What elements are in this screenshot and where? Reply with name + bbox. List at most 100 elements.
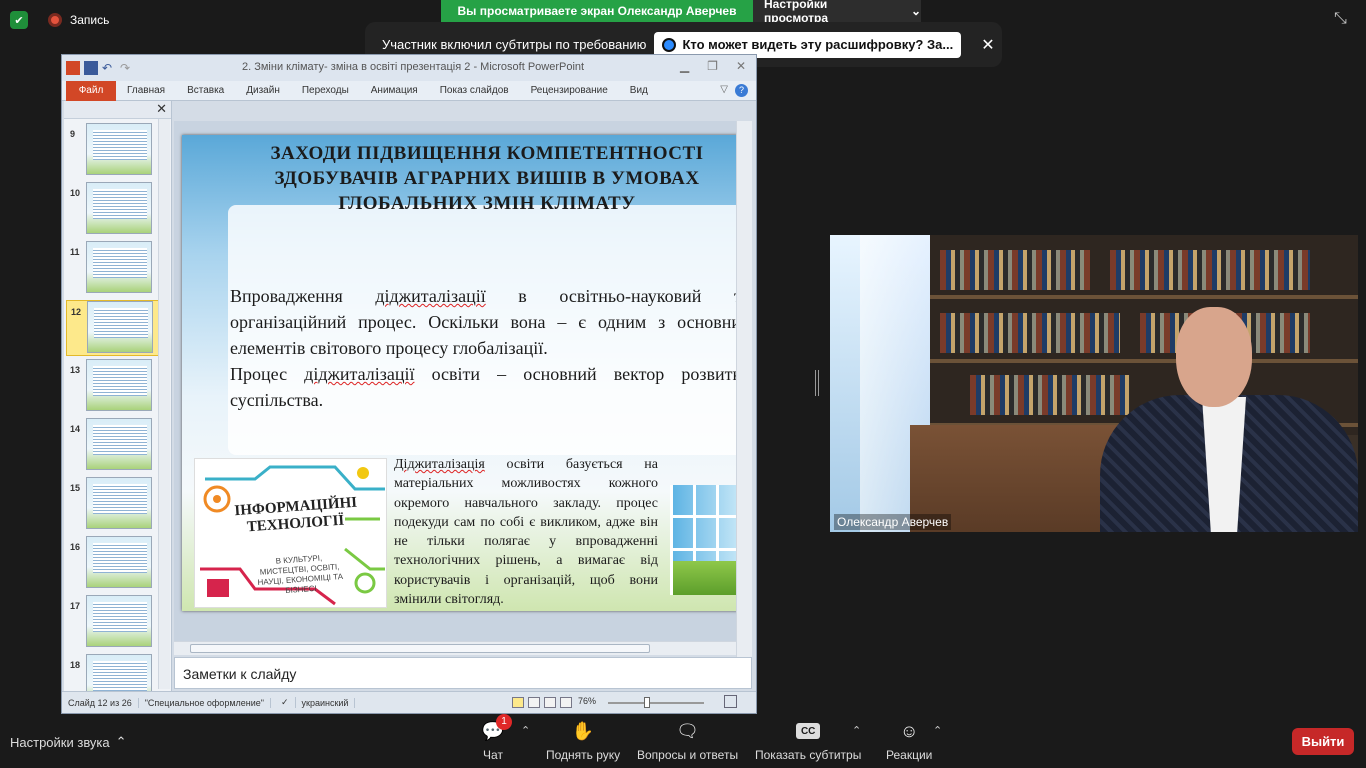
show-captions-button[interactable]: CC Показать субтитры	[755, 720, 861, 762]
chat-label: Чат	[483, 748, 503, 762]
video-person-head	[1176, 307, 1252, 407]
tab-design[interactable]: Дизайн	[235, 85, 291, 96]
raise-hand-button[interactable]: ✋ Поднять руку	[546, 720, 620, 763]
video-person	[1090, 295, 1358, 532]
thumbnail-number: 12	[71, 307, 82, 317]
exit-fullscreen-icon[interactable]: ⤡	[1334, 10, 1347, 28]
slide-thumbnail[interactable]: 14	[66, 418, 166, 474]
info-shield-icon	[662, 37, 677, 52]
thumbnail-image	[86, 595, 152, 647]
slide-horizontal-scrollbar[interactable]	[174, 641, 736, 655]
slide-paragraph-3: Діджиталізація освіти базується на матер…	[394, 455, 658, 609]
split-view-divider[interactable]	[815, 370, 819, 396]
thumbnail-image	[86, 536, 152, 588]
thumbnail-number: 9	[70, 129, 76, 139]
text-run: освіти базується на матеріальних можливо…	[394, 457, 658, 608]
maximize-icon[interactable]: ❐	[707, 59, 718, 73]
qa-button[interactable]: 🗨 Вопросы и ответы	[637, 720, 738, 763]
slide-vertical-scrollbar[interactable]	[736, 121, 752, 669]
audio-settings-label: Настройки звука	[10, 734, 110, 750]
tab-view[interactable]: Вид	[619, 85, 659, 96]
viewing-screen-banner: Вы просматриваете экран Олександр Аверче…	[441, 0, 753, 22]
slide-thumbnail[interactable]: 15	[66, 477, 166, 533]
captions-options-chevron-icon[interactable]: ⌃	[852, 724, 861, 737]
close-window-icon[interactable]: ✕	[736, 59, 746, 73]
qa-icon: 🗨	[676, 720, 699, 741]
slideshow-icon[interactable]	[560, 697, 572, 708]
thumbnail-number: 16	[70, 542, 81, 552]
slide-notes-field[interactable]: Заметки к слайду	[174, 657, 752, 689]
reading-view-icon[interactable]	[544, 697, 556, 708]
recording-label: Запись	[70, 13, 110, 27]
slide-counter: Слайд 12 из 26	[62, 697, 139, 708]
tab-insert[interactable]: Вставка	[176, 85, 235, 96]
current-slide[interactable]: ЗАХОДИ ПІДВИЩЕННЯ КОМПЕТЕНТНОСТІ ЗДОБУВА…	[182, 135, 738, 611]
thumbnail-number: 14	[70, 424, 81, 434]
fit-to-window-icon[interactable]	[724, 695, 737, 708]
slide-thumbnail[interactable]: 11	[66, 241, 166, 297]
thumbnail-image	[86, 418, 152, 470]
slide-thumbnail-selected[interactable]: 12	[66, 300, 166, 356]
normal-view-icon[interactable]	[512, 697, 524, 708]
scroll-thumb[interactable]	[190, 644, 650, 653]
tab-animations[interactable]: Анимация	[360, 85, 429, 96]
reactions-button[interactable]: ☺ Реакции	[886, 720, 932, 763]
powerpoint-logo-icon	[66, 61, 80, 75]
tab-review[interactable]: Рецензирование	[520, 85, 619, 96]
text-run-misspelled: Діджиталізація	[394, 457, 485, 472]
minimize-icon[interactable]: ▁	[680, 59, 689, 73]
reactions-options-chevron-icon[interactable]: ⌃	[933, 724, 942, 737]
spellcheck-icon[interactable]: ✓	[271, 697, 296, 708]
tab-transitions[interactable]: Переходы	[291, 85, 360, 96]
audio-settings-button[interactable]: Настройки звука ⌃	[10, 734, 127, 750]
tab-slideshow[interactable]: Показ слайдов	[429, 85, 520, 96]
thumbnails-header: ✕	[64, 101, 171, 119]
slide-sorter-icon[interactable]	[528, 697, 540, 708]
record-icon	[48, 13, 62, 27]
slide-thumbnail[interactable]: 13	[66, 359, 166, 415]
thumbnail-image	[86, 182, 152, 234]
text-run-misspelled: діджиталізації	[304, 364, 415, 384]
tab-home[interactable]: Главная	[116, 85, 176, 96]
zoom-slider-knob[interactable]	[644, 697, 650, 708]
thumbnail-image	[86, 477, 152, 529]
security-shield-icon[interactable]: ✔	[10, 11, 28, 29]
video-books	[1110, 250, 1310, 290]
cc-icon-text: CC	[796, 723, 821, 739]
slide-thumbnail[interactable]: 17	[66, 595, 166, 651]
close-pane-icon[interactable]: ✕	[156, 101, 167, 117]
thumbnails-scrollbar[interactable]	[158, 119, 170, 689]
slide-thumbnail[interactable]: 9	[66, 123, 166, 179]
chat-unread-badge: 1	[496, 714, 512, 730]
participant-video-tile[interactable]: Олександр Аверчев	[830, 235, 1358, 532]
view-options-button[interactable]: Настройки просмотра ⌄	[753, 0, 921, 25]
thumbnail-number: 15	[70, 483, 81, 493]
save-icon[interactable]	[84, 61, 98, 75]
close-icon[interactable]: ✕	[981, 35, 994, 55]
slide-thumbnail[interactable]: 10	[66, 182, 166, 238]
undo-icon[interactable]: ↶	[102, 61, 116, 75]
show-captions-label: Показать субтитры	[755, 748, 862, 762]
who-can-see-label: Кто может видеть эту расшифровку? За...	[682, 37, 954, 52]
it-infographic-image: ІНФОРМАЦІЙНІ ТЕХНОЛОГІЇ В КУЛЬТУРІ, МИСТ…	[194, 458, 387, 608]
ppt-ribbon-tabs: Файл Главная Вставка Дизайн Переходы Ани…	[62, 80, 756, 101]
ppt-window-title: 2. Зміни клімату- зміна в освіті презент…	[242, 61, 585, 73]
tab-file[interactable]: Файл	[66, 80, 116, 101]
redo-icon[interactable]: ↷	[120, 61, 134, 75]
zoom-level[interactable]: 76%	[578, 696, 596, 706]
thumbnail-number: 10	[70, 188, 81, 198]
language-indicator[interactable]: украинский	[296, 697, 356, 708]
chat-options-chevron-icon[interactable]: ⌃	[521, 724, 530, 737]
zoom-slider[interactable]	[608, 702, 704, 704]
chat-button[interactable]: 💬 1 Чат	[480, 714, 512, 762]
hand-icon: ✋	[571, 720, 595, 741]
thumbnail-image	[87, 301, 153, 353]
help-icon[interactable]: ?	[735, 84, 748, 97]
thumbnail-image	[86, 123, 152, 175]
slide-thumbnail[interactable]: 16	[66, 536, 166, 592]
thumbnail-number: 18	[70, 660, 81, 670]
minimize-ribbon-icon[interactable]: ▽	[720, 84, 728, 95]
leave-button[interactable]: Выйти	[1292, 728, 1354, 755]
chat-icon: 💬 1	[480, 714, 512, 742]
slide-thumbnail[interactable]: 18	[66, 654, 166, 691]
